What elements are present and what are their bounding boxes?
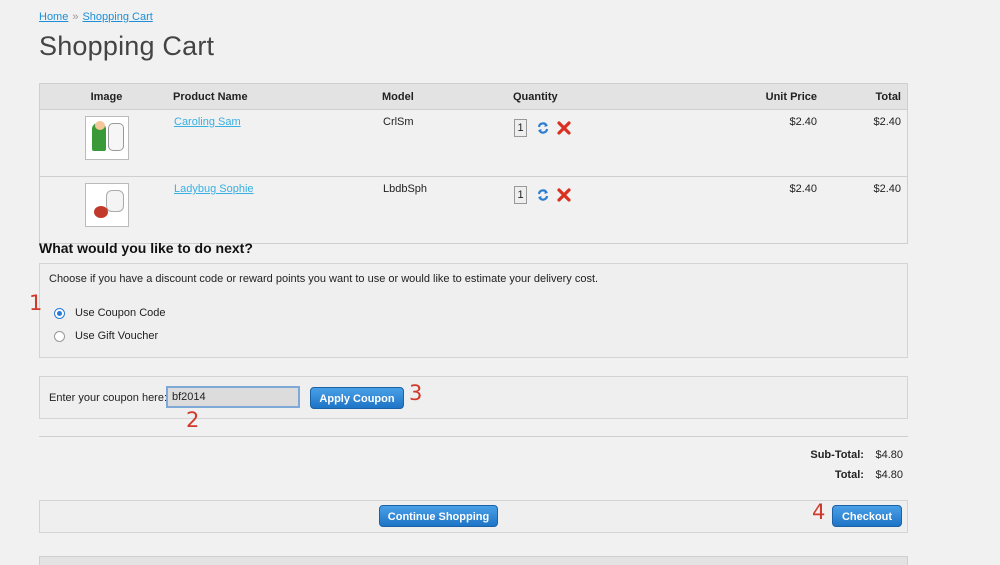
- quantity-cell: 1: [513, 109, 675, 177]
- coupon-panel: Enter your coupon here: Apply Coupon: [39, 376, 908, 419]
- radio-checked-icon[interactable]: [54, 307, 65, 319]
- coupon-input[interactable]: [166, 386, 300, 408]
- quantity-input[interactable]: 1: [514, 186, 527, 204]
- cart-header-row: Image Product Name Model Quantity Unit P…: [39, 83, 908, 110]
- quantity-input[interactable]: 1: [514, 119, 527, 137]
- unit-price: $2.40: [675, 176, 817, 244]
- next-description: Choose if you have a discount code or re…: [49, 273, 599, 285]
- breadcrumb-current-link[interactable]: Shopping Cart: [82, 11, 152, 23]
- next-heading: What would you like to do next?: [39, 240, 253, 256]
- header-quantity: Quantity: [513, 83, 675, 110]
- quantity-cell: 1: [513, 176, 675, 244]
- header-product-name: Product Name: [173, 83, 382, 110]
- page-title: Shopping Cart: [39, 31, 215, 61]
- radio-unchecked-icon[interactable]: [54, 330, 65, 342]
- coupon-label: Enter your coupon here:: [49, 392, 168, 404]
- breadcrumb-home-link[interactable]: Home: [39, 11, 68, 23]
- table-row: Ladybug Sophie LbdbSph 1 $2.40 $2.40: [39, 176, 908, 244]
- refresh-icon[interactable]: [536, 121, 550, 135]
- annotation-3: 3: [409, 381, 423, 405]
- product-image-cell: [39, 176, 173, 244]
- unit-price: $2.40: [675, 109, 817, 177]
- subtotal-value: $4.80: [875, 449, 903, 461]
- total-value: $4.80: [875, 469, 903, 481]
- apply-coupon-button[interactable]: Apply Coupon: [310, 387, 404, 409]
- radio-label: Use Coupon Code: [75, 307, 166, 319]
- line-total: $2.40: [817, 176, 908, 244]
- breadcrumb: Home » Shopping Cart: [39, 11, 153, 23]
- checkout-button[interactable]: Checkout: [832, 505, 902, 527]
- header-image: Image: [39, 83, 173, 110]
- header-unit-price: Unit Price: [675, 83, 817, 110]
- divider: [39, 436, 908, 437]
- refresh-icon[interactable]: [536, 188, 550, 202]
- annotation-2: 2: [186, 408, 200, 432]
- product-name-link[interactable]: Ladybug Sophie: [174, 183, 254, 195]
- product-thumbnail[interactable]: [84, 116, 129, 160]
- actions-panel: Continue Shopping Checkout: [39, 500, 908, 533]
- remove-icon[interactable]: [557, 188, 571, 202]
- annotation-4: 4: [812, 500, 826, 524]
- product-name-link[interactable]: Caroling Sam: [174, 116, 241, 128]
- header-total: Total: [817, 83, 908, 110]
- product-model: LbdbSph: [382, 176, 513, 244]
- footer-bar: [39, 556, 908, 565]
- breadcrumb-separator: »: [72, 11, 79, 23]
- total-label: Total:: [834, 469, 864, 481]
- annotation-1: 1: [29, 291, 43, 315]
- radio-label: Use Gift Voucher: [75, 330, 159, 342]
- totals: Sub-Total: $4.80 Total: $4.80: [810, 449, 903, 489]
- cart-table: Image Product Name Model Quantity Unit P…: [39, 83, 908, 244]
- product-image-cell: [39, 109, 173, 177]
- continue-shopping-button[interactable]: Continue Shopping: [379, 505, 498, 527]
- subtotal-label: Sub-Total:: [810, 449, 864, 461]
- next-options-panel: Choose if you have a discount code or re…: [39, 263, 908, 358]
- table-row: Caroling Sam CrlSm 1 $2.40 $2.40: [39, 109, 908, 177]
- remove-icon[interactable]: [557, 121, 571, 135]
- line-total: $2.40: [817, 109, 908, 177]
- radio-use-coupon[interactable]: Use Coupon Code: [54, 307, 166, 319]
- radio-use-voucher[interactable]: Use Gift Voucher: [54, 330, 158, 342]
- header-model: Model: [382, 83, 513, 110]
- product-thumbnail[interactable]: [84, 183, 129, 227]
- product-model: CrlSm: [382, 109, 513, 177]
